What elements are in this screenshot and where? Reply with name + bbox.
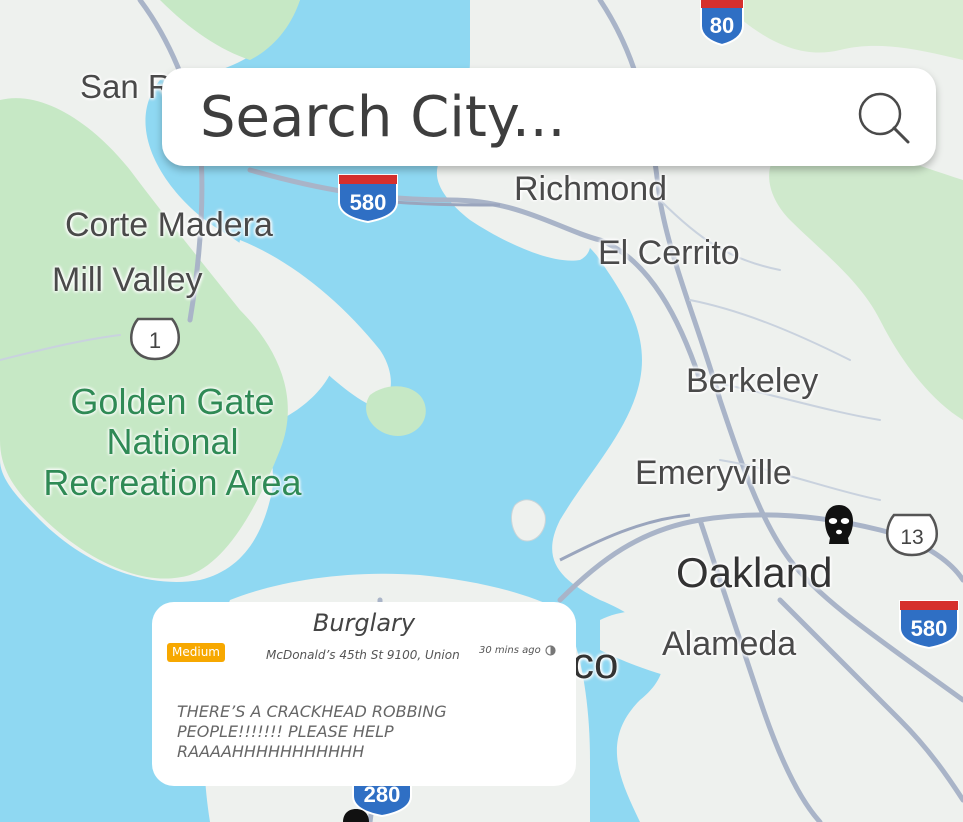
svg-text:13: 13 [900,526,923,549]
search-bar [162,68,936,166]
incident-time: 30 mins ago [479,645,541,656]
interstate-80-shield: 80 [700,0,744,46]
incident-card[interactable]: Burglary Medium McDonald’s 45th St 9100,… [152,602,576,786]
label-san-francisco-partial: co [572,639,619,688]
label-alameda: Alameda [662,625,797,663]
incident-pin-icon[interactable] [341,808,371,822]
incident-type: Burglary [312,609,416,637]
svg-text:580: 580 [911,616,948,641]
clock-icon [545,645,556,656]
severity-badge: Medium [167,643,225,662]
label-berkeley: Berkeley [686,362,819,400]
route-13-shield: 13 [886,513,938,557]
burglar-mask-icon[interactable] [822,504,856,546]
label-corte-madera: Corte Madera [65,206,273,244]
svg-text:580: 580 [350,190,387,215]
svg-text:1: 1 [149,328,161,353]
label-el-cerrito: El Cerrito [598,234,740,272]
incident-location: McDonald’s 45th St 9100, Union [266,648,460,662]
label-san-rafael: San R [80,68,172,105]
svg-text:80: 80 [710,13,734,38]
label-oakland: Oakland [676,549,833,596]
interstate-580-shield-north: 580 [338,174,398,224]
interstate-580-shield-east: 580 [899,600,959,650]
search-icon[interactable] [856,90,912,146]
search-city-input[interactable] [198,83,832,151]
label-mill-valley: Mill Valley [52,261,203,299]
map-app: San R Richmond Corte Madera El Cerrito M… [0,0,963,822]
label-emeryville: Emeryville [635,454,792,492]
label-richmond: Richmond [514,170,668,208]
route-1-shield: 1 [130,317,180,361]
label-golden-gate-park: Golden Gate National Recreation Area [43,381,302,503]
incident-description: THERE’S A CRACKHEAD ROBBING PEOPLE!!!!!!… [177,702,447,761]
